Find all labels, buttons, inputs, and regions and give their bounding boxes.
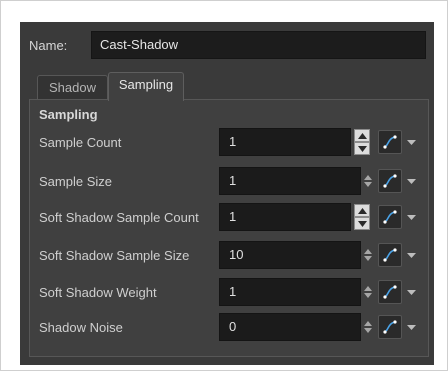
tab-sampling[interactable]: Sampling — [108, 72, 184, 101]
shadow-noise-field[interactable]: 0 — [219, 313, 361, 341]
sample-count-menu-arrow-icon[interactable] — [407, 140, 416, 146]
soft-shadow-sample-size-menu-arrow-icon[interactable] — [407, 253, 416, 259]
function-curve-icon — [383, 320, 397, 334]
function-curve-icon — [383, 248, 397, 262]
soft-shadow-weight-label: Soft Shadow Weight — [39, 285, 157, 300]
soft-shadow-sample-count-decrement-button[interactable] — [354, 217, 370, 230]
function-curve-icon — [383, 135, 397, 149]
name-label: Name: — [29, 38, 68, 53]
name-field[interactable]: Cast-Shadow — [91, 31, 426, 59]
up-down-arrows-icon[interactable] — [364, 286, 372, 298]
soft-shadow-sample-count-increment-button[interactable] — [354, 204, 370, 217]
soft-shadow-sample-size-label: Soft Shadow Sample Size — [39, 248, 190, 263]
function-curve-icon — [383, 174, 397, 188]
up-down-arrows-icon[interactable] — [364, 249, 372, 261]
up-down-arrows-icon[interactable] — [364, 175, 372, 187]
soft-shadow-weight-menu-arrow-icon[interactable] — [407, 290, 416, 296]
soft-shadow-sample-count-menu-arrow-icon[interactable] — [407, 215, 416, 221]
arrow-down-icon — [358, 146, 367, 152]
sample-count-increment-button[interactable] — [354, 129, 370, 142]
arrow-up-icon — [358, 133, 367, 139]
sample-size-function-button[interactable] — [378, 169, 402, 193]
up-down-arrows-icon[interactable] — [364, 321, 372, 333]
sample-count-label: Sample Count — [39, 135, 122, 150]
tab-shadow[interactable]: Shadow — [37, 75, 108, 100]
sample-size-field[interactable]: 1 — [219, 167, 361, 195]
sample-count-function-button[interactable] — [378, 130, 402, 154]
sample-size-label: Sample Size — [39, 174, 112, 189]
soft-shadow-weight-function-button[interactable] — [378, 280, 402, 304]
soft-shadow-sample-size-function-button[interactable] — [378, 243, 402, 267]
arrow-down-icon — [358, 221, 367, 227]
function-curve-icon — [383, 210, 397, 224]
soft-shadow-sample-size-field[interactable]: 10 — [219, 241, 361, 269]
shadow-noise-menu-arrow-icon[interactable] — [407, 325, 416, 331]
shadow-noise-label: Shadow Noise — [39, 320, 123, 335]
soft-shadow-sample-count-label: Soft Shadow Sample Count — [39, 210, 199, 225]
sample-size-menu-arrow-icon[interactable] — [407, 179, 416, 185]
sample-count-decrement-button[interactable] — [354, 142, 370, 155]
shadow-noise-function-button[interactable] — [378, 315, 402, 339]
arrow-up-icon — [358, 208, 367, 214]
soft-shadow-sample-count-function-button[interactable] — [378, 205, 402, 229]
sampling-group-title: Sampling — [39, 107, 98, 122]
soft-shadow-sample-count-field[interactable]: 1 — [219, 203, 351, 231]
sample-count-field[interactable]: 1 — [219, 128, 351, 156]
soft-shadow-weight-field[interactable]: 1 — [219, 278, 361, 306]
function-curve-icon — [383, 285, 397, 299]
